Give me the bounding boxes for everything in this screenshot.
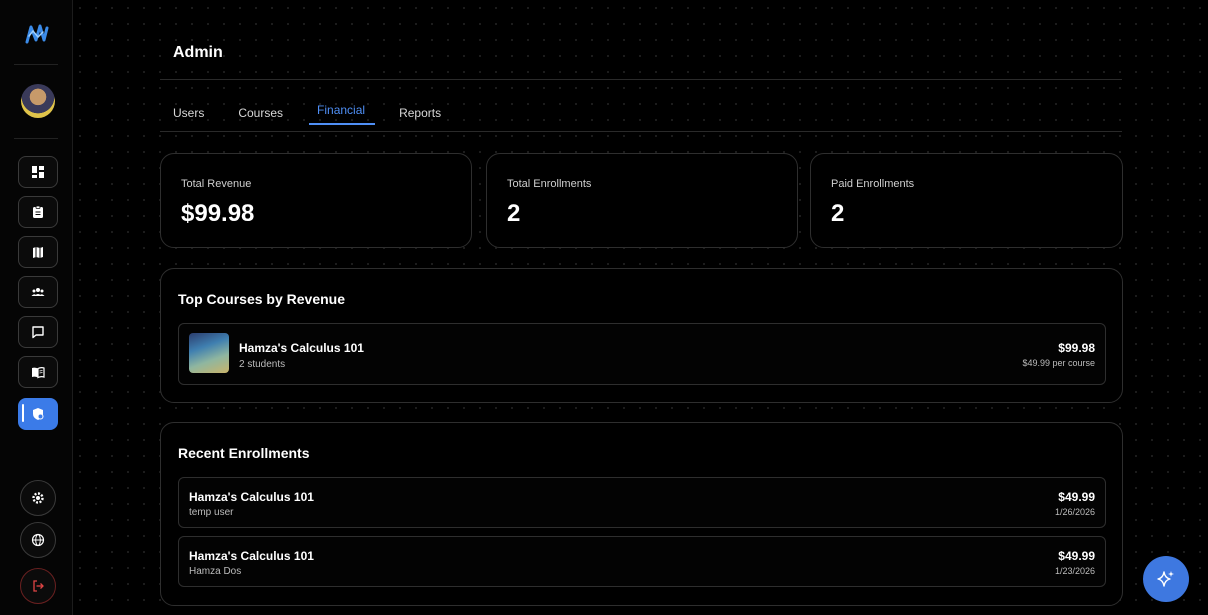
enrollment-amount: $49.99 bbox=[1058, 549, 1095, 563]
section-title: Top Courses by Revenue bbox=[178, 291, 346, 307]
enrollment-date: 1/23/2026 bbox=[1054, 566, 1095, 576]
app-logo-icon[interactable] bbox=[24, 22, 50, 48]
stat-card-total-revenue: Total Revenue $99.98 bbox=[160, 153, 472, 248]
users-icon bbox=[31, 288, 45, 296]
sidebar-item-map[interactable] bbox=[18, 236, 58, 268]
enrollment-course: Hamza's Calculus 101 bbox=[189, 490, 314, 504]
recent-enrollments-card: Recent Enrollments Hamza's Calculus 101 … bbox=[160, 422, 1123, 606]
enrollment-row[interactable]: Hamza's Calculus 101 Hamza Dos $49.99 1/… bbox=[178, 536, 1106, 587]
top-courses-card: Top Courses by Revenue Hamza's Calculus … bbox=[160, 268, 1123, 403]
course-price: $49.99 per course bbox=[1022, 358, 1095, 368]
enrollment-date: 1/26/2026 bbox=[1054, 507, 1095, 517]
avatar[interactable] bbox=[21, 84, 55, 118]
sidebar-item-language[interactable] bbox=[20, 522, 56, 558]
tabs-divider bbox=[160, 131, 1122, 132]
stat-card-paid-enrollments: Paid Enrollments 2 bbox=[810, 153, 1123, 248]
header-divider bbox=[160, 79, 1122, 80]
tab-financial[interactable]: Financial bbox=[309, 103, 376, 125]
logout-button[interactable] bbox=[20, 568, 56, 604]
settings-icon bbox=[32, 492, 44, 504]
course-revenue: $99.98 bbox=[1058, 341, 1095, 355]
stat-label: Paid Enrollments bbox=[831, 178, 915, 190]
tab-courses[interactable]: Courses bbox=[238, 106, 283, 120]
course-students: 2 students bbox=[239, 359, 286, 370]
tab-users[interactable]: Users bbox=[173, 106, 204, 120]
enrollment-amount-block: $49.99 1/26/2026 bbox=[1055, 490, 1095, 517]
chat-icon bbox=[32, 326, 44, 339]
admin-shield-icon bbox=[33, 408, 44, 420]
section-title: Recent Enrollments bbox=[178, 445, 310, 461]
sidebar-item-library[interactable] bbox=[18, 356, 58, 388]
stat-value: 2 bbox=[831, 200, 845, 227]
tab-bar: Users Courses Financial Reports bbox=[173, 103, 475, 125]
ai-assistant-button[interactable] bbox=[1143, 556, 1189, 602]
active-indicator bbox=[22, 404, 24, 422]
stat-label: Total Revenue bbox=[181, 178, 252, 190]
sidebar-divider bbox=[14, 138, 58, 139]
sidebar-item-admin[interactable] bbox=[18, 398, 58, 430]
enrollment-amount: $49.99 bbox=[1058, 490, 1095, 504]
enrollment-course: Hamza's Calculus 101 bbox=[189, 549, 314, 563]
sidebar bbox=[0, 0, 73, 615]
sidebar-item-dashboard[interactable] bbox=[18, 156, 58, 188]
enrollment-user: temp user bbox=[189, 507, 234, 518]
page-title: Admin bbox=[173, 44, 223, 61]
enrollment-user: Hamza Dos bbox=[189, 566, 242, 577]
stat-value: $99.98 bbox=[181, 200, 255, 227]
course-name: Hamza's Calculus 101 bbox=[239, 341, 364, 355]
dashboard-icon bbox=[32, 166, 44, 178]
sidebar-item-users[interactable] bbox=[18, 276, 58, 308]
course-thumbnail bbox=[189, 333, 229, 373]
globe-icon bbox=[31, 533, 45, 547]
enrollment-amount-block: $49.99 1/23/2026 bbox=[1055, 549, 1095, 576]
course-row[interactable]: Hamza's Calculus 101 2 students $99.98 $… bbox=[178, 323, 1106, 385]
map-icon bbox=[33, 247, 43, 258]
sparkle-icon bbox=[1157, 571, 1174, 587]
stat-card-total-enrollments: Total Enrollments 2 bbox=[486, 153, 798, 248]
sidebar-item-assignments[interactable] bbox=[18, 196, 58, 228]
course-revenue-block: $99.98 $49.99 per course bbox=[1022, 341, 1095, 368]
book-icon bbox=[32, 367, 45, 379]
sidebar-item-settings[interactable] bbox=[20, 480, 56, 516]
enrollment-row[interactable]: Hamza's Calculus 101 temp user $49.99 1/… bbox=[178, 477, 1106, 528]
stat-label: Total Enrollments bbox=[507, 178, 592, 190]
sidebar-item-messages[interactable] bbox=[18, 316, 58, 348]
stat-value: 2 bbox=[507, 200, 521, 227]
logout-icon bbox=[33, 580, 44, 592]
tab-reports[interactable]: Reports bbox=[399, 106, 441, 120]
sidebar-divider bbox=[14, 64, 58, 65]
clipboard-icon bbox=[33, 205, 43, 218]
